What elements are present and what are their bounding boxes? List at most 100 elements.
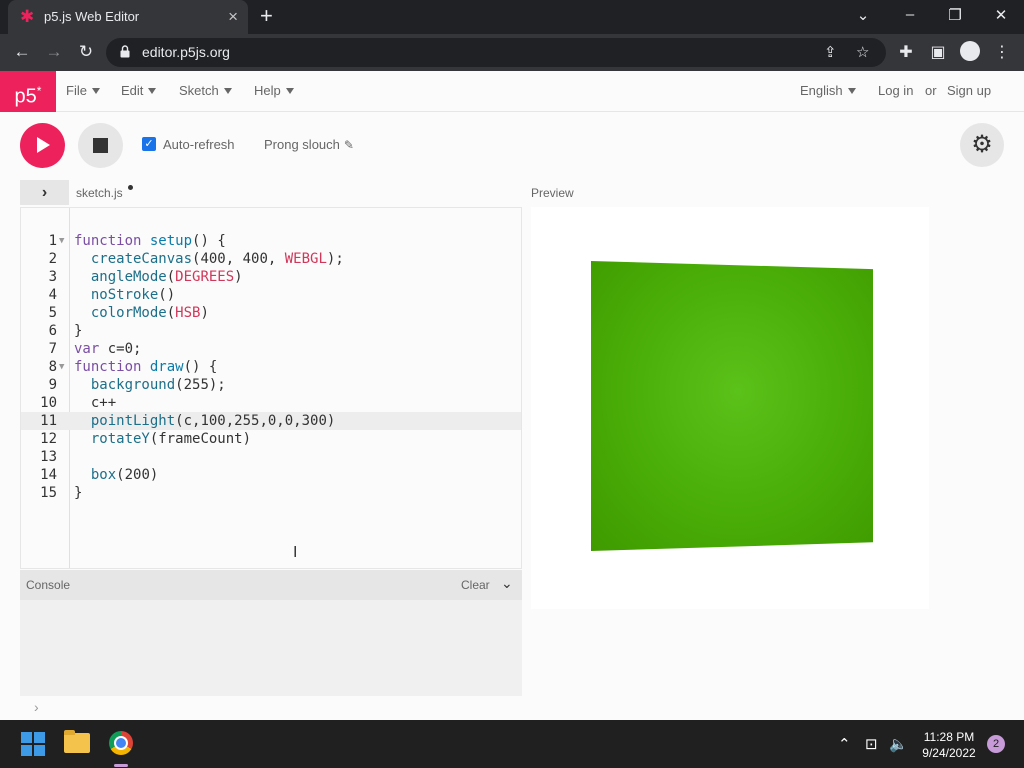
code-text: createCanvas(400, 400, WEBGL);: [90, 251, 344, 267]
text-cursor-icon: I: [293, 544, 298, 561]
omnibox[interactable]: editor.p5js.org ⇪ ☆: [106, 38, 886, 67]
code-line[interactable]: 12 rotateY(frameCount): [21, 430, 521, 448]
reload-icon[interactable]: ↻: [76, 42, 96, 62]
code-line[interactable]: 7 var c=0;: [21, 340, 521, 358]
code-line[interactable]: 11 pointLight(c,100,255,0,0,300): [21, 412, 521, 430]
fold-arrow-icon[interactable]: ▼: [59, 232, 64, 250]
tab-search-icon[interactable]: ⌄: [853, 6, 873, 24]
p5-logo[interactable]: p5*: [0, 71, 56, 112]
signup-link[interactable]: Sign up: [947, 83, 991, 98]
fold-arrow-icon[interactable]: ▼: [59, 358, 64, 376]
p5-favicon-icon: ✱: [20, 7, 35, 26]
line-number: 9: [48, 377, 57, 393]
preview-label: Preview: [531, 186, 574, 200]
window-close-icon[interactable]: ✕: [991, 6, 1011, 24]
code-line[interactable]: 5 colorMode(HSB): [21, 304, 521, 322]
code-text: background(255);: [90, 377, 226, 393]
code-line[interactable]: 8 ▼ function draw() {: [21, 358, 521, 376]
code-text: pointLight(c,100,255,0,0,300): [90, 413, 336, 429]
chevron-down-icon: [148, 88, 157, 94]
clock-time: 11:28 PM: [923, 730, 975, 744]
language-select[interactable]: English: [800, 83, 856, 98]
line-number: 8: [48, 359, 57, 375]
file-name: sketch.js: [76, 186, 123, 200]
menu-help[interactable]: Help: [254, 83, 294, 98]
gear-icon: ⚙: [971, 131, 993, 158]
console-output: [20, 600, 522, 696]
code-line[interactable]: 6}: [21, 322, 521, 340]
menu-file[interactable]: File: [66, 83, 100, 98]
notification-badge[interactable]: 2: [987, 735, 1005, 753]
code-text: angleMode(DEGREES): [90, 269, 243, 285]
collapse-console-icon[interactable]: ⌄: [501, 575, 513, 592]
file-explorer-icon[interactable]: [64, 730, 90, 753]
browser-titlebar: ✱ p5.js Web Editor × + ⌄ – ❐ ✕: [0, 0, 1024, 34]
code-line[interactable]: 14 box(200): [21, 466, 521, 484]
chevron-down-icon: [91, 88, 100, 94]
line-number: 2: [48, 251, 57, 267]
or-text: or: [925, 83, 937, 98]
close-tab-icon[interactable]: ×: [228, 8, 238, 25]
code-line[interactable]: 1 ▼ function setup() {: [21, 232, 521, 250]
minimize-icon[interactable]: –: [900, 6, 920, 23]
windows-taskbar: ⌃ ⊡ 🔈 11:28 PM 9/24/2022 2: [0, 720, 1024, 768]
line-number: 10: [40, 395, 57, 411]
menu-edit[interactable]: Edit: [121, 83, 157, 98]
line-number: 15: [40, 485, 57, 501]
sketch-name[interactable]: Prong slouch ✎: [264, 137, 354, 152]
url-text: editor.p5js.org: [142, 44, 230, 60]
system-clock[interactable]: 11:28 PM 9/24/2022: [914, 729, 984, 761]
restore-icon[interactable]: ❐: [945, 6, 965, 24]
code-line[interactable]: 3 angleMode(DEGREES): [21, 268, 521, 286]
line-number: 1: [48, 233, 57, 249]
share-icon[interactable]: ⇪: [824, 43, 837, 61]
chevron-down-icon: [285, 88, 294, 94]
preview-canvas[interactable]: [531, 207, 929, 609]
tray-chevron-icon[interactable]: ⌃: [838, 735, 851, 753]
code-editor[interactable]: 1 ▼ function setup() {2 createCanvas(400, …: [20, 207, 522, 569]
console-prompt-icon: ›: [34, 699, 39, 715]
bookmark-star-icon[interactable]: ☆: [856, 43, 869, 61]
line-number: 11: [40, 413, 57, 429]
code-text: }: [74, 485, 83, 501]
p5-navbar: p5* File Edit Sketch Help English Log in…: [0, 71, 1024, 112]
stop-icon: [93, 138, 108, 153]
line-number: 3: [48, 269, 57, 285]
console-title: Console: [26, 578, 71, 592]
profile-avatar-icon[interactable]: [960, 41, 980, 61]
code-line[interactable]: 4 noStroke(): [21, 286, 521, 304]
line-number: 6: [48, 323, 57, 339]
expand-sidebar-button[interactable]: ›: [20, 180, 69, 205]
back-icon[interactable]: ←: [12, 42, 32, 62]
line-number: 4: [48, 287, 57, 303]
console-input[interactable]: ›: [20, 696, 522, 720]
line-number: 12: [40, 431, 57, 447]
console-header: Console Clear ⌄: [20, 570, 522, 600]
code-text: box(200): [90, 467, 159, 483]
network-icon[interactable]: ⊡: [865, 735, 878, 753]
side-panel-icon[interactable]: ▣: [928, 42, 948, 62]
code-line[interactable]: 10 c++: [21, 394, 521, 412]
code-line[interactable]: 13: [21, 448, 521, 466]
line-number: 14: [40, 467, 57, 483]
volume-icon[interactable]: 🔈: [889, 735, 908, 753]
console-clear-button[interactable]: Clear: [461, 578, 490, 592]
extensions-icon[interactable]: ✚: [896, 42, 916, 62]
login-link[interactable]: Log in: [878, 83, 913, 98]
more-menu-icon[interactable]: ⋮: [992, 42, 1012, 62]
new-tab-icon[interactable]: +: [260, 5, 273, 27]
settings-button[interactable]: ⚙: [960, 123, 1004, 167]
line-number: 7: [48, 341, 57, 357]
code-line[interactable]: 9 background(255);: [21, 376, 521, 394]
auto-refresh-checkbox[interactable]: ✓: [142, 137, 156, 151]
play-button[interactable]: [20, 123, 65, 168]
windows-start-icon[interactable]: [21, 732, 45, 756]
menu-sketch[interactable]: Sketch: [179, 83, 232, 98]
code-line[interactable]: 15}: [21, 484, 521, 502]
stop-button[interactable]: [78, 123, 123, 168]
lock-icon[interactable]: [120, 45, 130, 58]
browser-tab[interactable]: ✱ p5.js Web Editor ×: [8, 0, 248, 34]
forward-icon[interactable]: →: [44, 42, 64, 62]
code-line[interactable]: 2 createCanvas(400, 400, WEBGL);: [21, 250, 521, 268]
chrome-icon[interactable]: [109, 731, 133, 755]
